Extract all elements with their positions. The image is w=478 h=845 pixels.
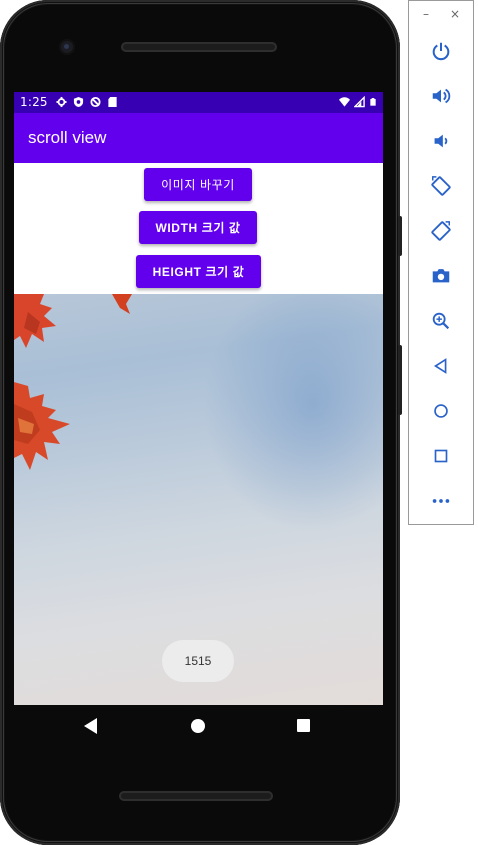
navigation-bar [14, 705, 383, 749]
power-icon [432, 42, 450, 61]
side-button [398, 345, 402, 415]
back-icon [433, 358, 447, 374]
rotate-right-icon [431, 221, 451, 241]
overview-button[interactable] [429, 444, 453, 468]
zoom-button[interactable] [429, 309, 453, 333]
signal-icon [354, 96, 365, 108]
volume-up-icon [432, 88, 451, 104]
home-icon[interactable] [191, 719, 205, 733]
status-bar: 1:25 [14, 92, 383, 113]
app-bar: scroll view [14, 113, 383, 163]
rotate-right-button[interactable] [429, 219, 453, 243]
height-value-button[interactable]: HEIGHT 크기 값 [136, 255, 261, 288]
front-camera [59, 39, 75, 55]
side-button [398, 216, 402, 256]
bottom-speaker [119, 791, 273, 801]
home-icon [434, 404, 448, 418]
rotate-left-icon [431, 176, 451, 196]
phone-frame: 1:25 scroll view 이미지 바꾸기 WIDTH 크기 값 HEIG… [0, 0, 402, 845]
power-button[interactable] [429, 39, 453, 63]
sd-card-icon [108, 96, 117, 108]
home-button[interactable] [429, 399, 453, 423]
settings-icon [56, 96, 67, 108]
app-title: scroll view [28, 128, 107, 147]
wifi-icon [339, 97, 350, 107]
width-value-button[interactable]: WIDTH 크기 값 [139, 211, 257, 244]
emulator-toolbar: – × [408, 0, 474, 525]
shield-icon [73, 96, 84, 108]
device-screen: 1:25 scroll view 이미지 바꾸기 WIDTH 크기 값 HEIG… [14, 92, 383, 705]
no-disturb-icon [90, 96, 101, 108]
camera-icon [432, 269, 450, 283]
change-image-button[interactable]: 이미지 바꾸기 [144, 168, 252, 201]
close-button[interactable]: × [450, 7, 460, 21]
toast-message: 1515 [162, 640, 234, 682]
volume-up-button[interactable] [429, 84, 453, 108]
status-time: 1:25 [20, 95, 48, 109]
volume-down-icon [434, 134, 448, 148]
more-button[interactable] [429, 489, 453, 513]
rotate-left-button[interactable] [429, 174, 453, 198]
minimize-button[interactable]: – [423, 7, 429, 21]
more-icon [432, 499, 450, 503]
top-speaker [121, 42, 277, 52]
volume-down-button[interactable] [429, 129, 453, 153]
back-icon[interactable] [84, 718, 98, 734]
overview-icon [434, 449, 448, 463]
back-button[interactable] [429, 354, 453, 378]
screenshot-button[interactable] [429, 264, 453, 288]
zoom-icon [432, 312, 450, 330]
recents-icon[interactable] [297, 719, 310, 732]
battery-icon [370, 98, 376, 106]
